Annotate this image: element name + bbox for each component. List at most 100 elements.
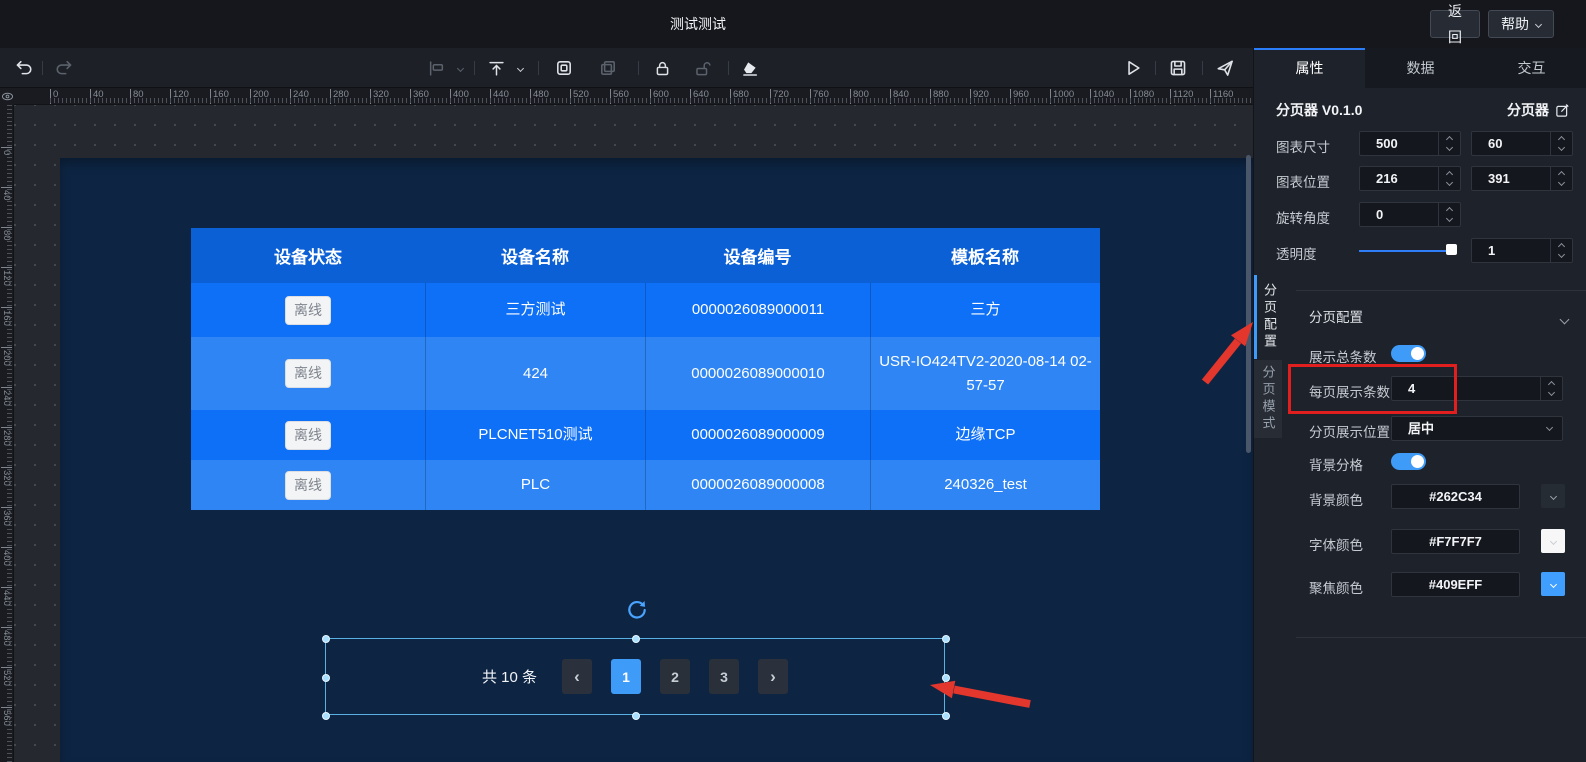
align-top-icon[interactable] bbox=[486, 58, 506, 78]
cell-device-status: 离线 bbox=[191, 460, 425, 510]
pagination-widget-selection[interactable]: 共 10 条 ‹ 123 › bbox=[325, 638, 945, 715]
bg-color-input[interactable]: #262C34 bbox=[1391, 484, 1520, 509]
table-header-cell: 设备名称 bbox=[425, 228, 645, 283]
properties-panel: 属性 数据 交互 分页器 V0.1.0 分页器 图表尺寸 500 60 图表位置… bbox=[1253, 48, 1586, 762]
design-canvas[interactable]: 设备状态设备名称设备编号模板名称 离线三方测试0000026089000011三… bbox=[60, 158, 1253, 762]
per-page-stepper[interactable] bbox=[1540, 377, 1562, 400]
rotate-handle-icon[interactable] bbox=[626, 599, 648, 621]
selection-handle[interactable] bbox=[632, 635, 640, 643]
redo-icon[interactable] bbox=[54, 58, 74, 78]
undo-icon[interactable] bbox=[14, 58, 34, 78]
pagination-total-text: 共 10 条 bbox=[482, 666, 537, 687]
pagination-page-button[interactable]: 3 bbox=[709, 659, 739, 694]
selection-handle[interactable] bbox=[942, 712, 950, 720]
eraser-icon[interactable] bbox=[740, 58, 760, 78]
selection-handle[interactable] bbox=[322, 712, 330, 720]
selection-handle[interactable] bbox=[942, 635, 950, 643]
h-ruler-label: 40 bbox=[90, 89, 104, 104]
h-ruler-label: 640 bbox=[690, 89, 709, 104]
side-tab-pagination-config[interactable]: 分页配置 bbox=[1254, 275, 1282, 359]
table-body: 离线三方测试0000026089000011三方离线42400000260890… bbox=[191, 283, 1100, 510]
h-ruler-label: 520 bbox=[570, 89, 589, 104]
rotation-stepper[interactable] bbox=[1438, 203, 1460, 226]
back-button[interactable]: 返回 bbox=[1430, 10, 1480, 38]
ungroup-icon[interactable] bbox=[598, 58, 618, 78]
h-ruler-label: 80 bbox=[130, 89, 144, 104]
h-ruler: 0408012016020024028032036040044048052056… bbox=[0, 88, 1253, 105]
opacity-slider[interactable] bbox=[1359, 250, 1451, 252]
h-ruler-label: 0 bbox=[50, 89, 58, 104]
align-left-icon[interactable] bbox=[426, 58, 446, 78]
chart-width-input[interactable]: 500 bbox=[1359, 131, 1461, 156]
focus-color-input[interactable]: #409EFF bbox=[1391, 572, 1520, 597]
y-stepper[interactable] bbox=[1550, 167, 1572, 190]
side-tab-pagination-mode[interactable]: 分页模式 bbox=[1254, 360, 1282, 438]
selection-handle[interactable] bbox=[632, 712, 640, 720]
lock-icon[interactable] bbox=[652, 58, 672, 78]
unlock-icon[interactable] bbox=[692, 58, 712, 78]
pagination-page-button[interactable]: 1 bbox=[611, 659, 641, 694]
top-bar: 测试测试 返回 帮助 bbox=[0, 0, 1586, 48]
cell-device-name: 424 bbox=[425, 337, 645, 410]
bg-split-label: 背景分格 bbox=[1309, 454, 1363, 474]
save-icon[interactable] bbox=[1168, 58, 1188, 78]
pager-position-select[interactable]: 居中 bbox=[1391, 416, 1563, 441]
toolbar-separator bbox=[474, 61, 475, 75]
chevron-down-icon bbox=[1535, 20, 1542, 27]
h-ruler-label: 960 bbox=[1010, 89, 1029, 104]
cell-device-code: 0000026089000008 bbox=[645, 460, 870, 510]
per-page-input[interactable]: 4 bbox=[1391, 376, 1563, 401]
font-color-input[interactable]: #F7F7F7 bbox=[1391, 529, 1520, 554]
bg-split-toggle[interactable] bbox=[1391, 453, 1426, 470]
font-color-swatch[interactable] bbox=[1541, 529, 1565, 553]
v-ruler-label: 480 bbox=[1, 627, 12, 646]
bg-color-swatch[interactable] bbox=[1541, 484, 1565, 508]
table-row[interactable]: 离线PLC0000026089000008240326_test bbox=[191, 460, 1100, 510]
publish-icon[interactable] bbox=[1215, 58, 1235, 78]
chart-x-input[interactable]: 216 bbox=[1359, 166, 1461, 191]
preview-play-icon[interactable] bbox=[1123, 58, 1143, 78]
align-top-chevron-icon[interactable] bbox=[510, 58, 530, 78]
pagination-page-button[interactable]: 2 bbox=[660, 659, 690, 694]
rotation-input[interactable]: 0 bbox=[1359, 202, 1461, 227]
group-icon[interactable] bbox=[554, 58, 574, 78]
v-ruler-label: 200 bbox=[1, 347, 12, 366]
h-ruler-label: 1080 bbox=[1130, 89, 1154, 104]
width-stepper[interactable] bbox=[1438, 132, 1460, 155]
help-button[interactable]: 帮助 bbox=[1488, 10, 1554, 38]
opacity-slider-thumb[interactable] bbox=[1446, 244, 1457, 255]
selection-handle[interactable] bbox=[322, 635, 330, 643]
table-row[interactable]: 离线PLCNET510测试0000026089000009边缘TCP bbox=[191, 410, 1100, 460]
h-ruler-label: 680 bbox=[730, 89, 749, 104]
selection-handle[interactable] bbox=[942, 674, 950, 682]
opacity-input[interactable]: 1 bbox=[1471, 238, 1573, 263]
x-stepper[interactable] bbox=[1438, 167, 1460, 190]
opacity-stepper[interactable] bbox=[1550, 239, 1572, 262]
device-table-widget[interactable]: 设备状态设备名称设备编号模板名称 离线三方测试0000026089000011三… bbox=[191, 228, 1100, 510]
pagination-prev-button[interactable]: ‹ bbox=[562, 659, 592, 694]
widget-edit-link[interactable]: 分页器 bbox=[1507, 100, 1570, 120]
align-left-chevron-icon[interactable] bbox=[450, 58, 470, 78]
show-total-toggle[interactable] bbox=[1391, 345, 1426, 362]
widget-version: V0.1.0 bbox=[1322, 102, 1362, 118]
v-ruler-label: 440 bbox=[1, 587, 12, 606]
pager-position-label: 分页展示位置 bbox=[1309, 421, 1390, 441]
tab-data[interactable]: 数据 bbox=[1365, 48, 1476, 88]
v-ruler-label: 240 bbox=[1, 387, 12, 406]
selection-handle[interactable] bbox=[322, 674, 330, 682]
ruler-visibility-eye-icon[interactable] bbox=[0, 88, 14, 105]
panel-divider bbox=[1296, 637, 1586, 638]
tab-properties[interactable]: 属性 bbox=[1254, 48, 1365, 88]
table-row[interactable]: 离线4240000026089000010USR-IO424TV2-2020-0… bbox=[191, 337, 1100, 410]
focus-color-swatch[interactable] bbox=[1541, 572, 1565, 596]
chart-y-input[interactable]: 391 bbox=[1471, 166, 1573, 191]
opacity-label: 透明度 bbox=[1276, 243, 1317, 263]
table-row[interactable]: 离线三方测试0000026089000011三方 bbox=[191, 283, 1100, 337]
tab-interaction[interactable]: 交互 bbox=[1476, 48, 1586, 88]
cell-template-name: 三方 bbox=[870, 283, 1100, 337]
chart-height-input[interactable]: 60 bbox=[1471, 131, 1573, 156]
pagination-next-button[interactable]: › bbox=[758, 659, 788, 694]
canvas-vertical-scrollbar[interactable] bbox=[1246, 155, 1251, 453]
height-stepper[interactable] bbox=[1550, 132, 1572, 155]
section-collapse-chevron-icon[interactable] bbox=[1561, 310, 1568, 328]
